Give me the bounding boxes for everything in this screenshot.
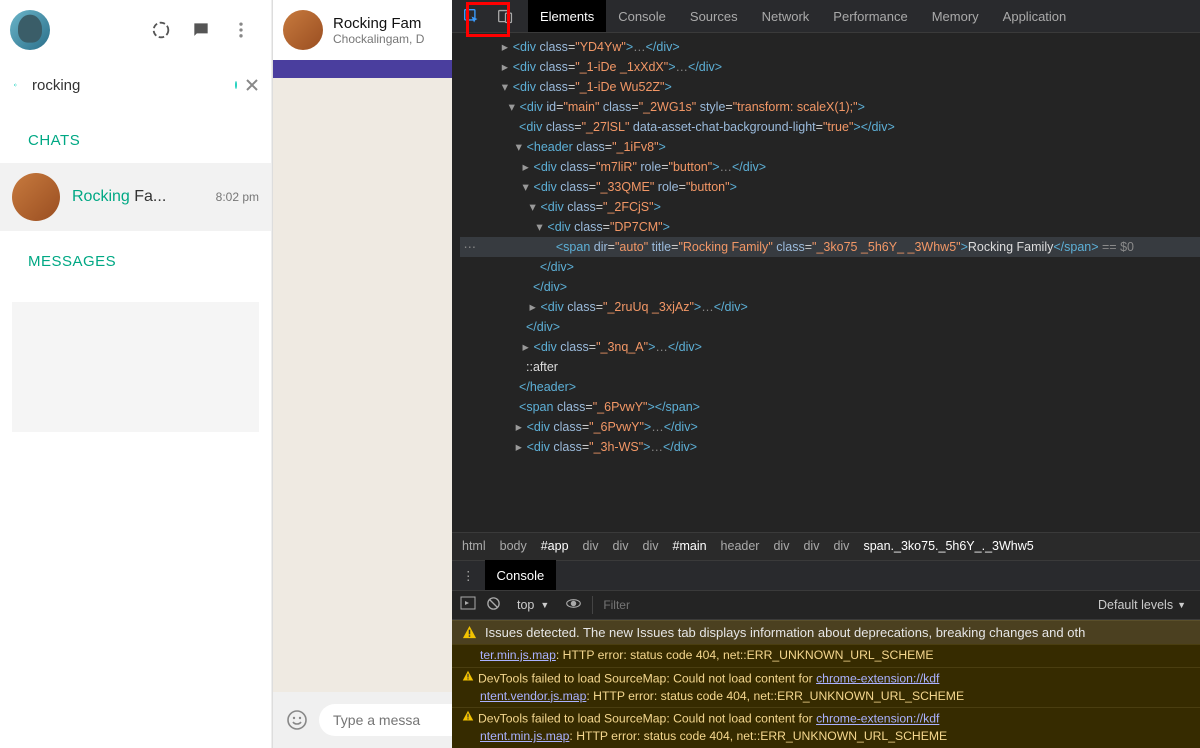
drawer-more-icon[interactable]: ⋮: [452, 568, 485, 583]
crumb[interactable]: #main: [673, 539, 707, 553]
my-avatar[interactable]: [10, 10, 50, 50]
chat-header-avatar: [283, 10, 323, 50]
console-warning: DevTools failed to load SourceMap: Could…: [452, 667, 1200, 708]
elements-tree[interactable]: ▸<div class="YD4Yw">…</div> ▸<div class=…: [452, 33, 1200, 532]
tab-console[interactable]: Console: [606, 0, 678, 32]
tab-application[interactable]: Application: [991, 0, 1079, 32]
chat-title: Rocking Fa...: [72, 188, 208, 206]
chat-avatar: [12, 173, 60, 221]
whatsapp-web-panel: CHATS Rocking Fa... 8:02 pm MESSAGES Roc…: [0, 0, 452, 748]
tab-network[interactable]: Network: [750, 0, 822, 32]
messages-placeholder: [12, 302, 259, 432]
tab-elements[interactable]: Elements: [528, 0, 606, 32]
chats-section-label: CHATS: [0, 110, 271, 163]
device-toolbar-icon[interactable]: [490, 1, 520, 31]
crumb[interactable]: html: [462, 539, 486, 553]
inspect-element-icon[interactable]: [456, 1, 486, 31]
tab-sources[interactable]: Sources: [678, 0, 750, 32]
live-expression-icon[interactable]: [565, 595, 582, 615]
whatsapp-sidebar: CHATS Rocking Fa... 8:02 pm MESSAGES: [0, 0, 272, 748]
console-sidebar-toggle-icon[interactable]: [460, 595, 476, 614]
search-bar: [0, 60, 271, 110]
emoji-icon[interactable]: [283, 706, 311, 734]
chat-header-subtitle: Chockalingam, D: [333, 32, 424, 46]
clear-console-icon[interactable]: [486, 596, 501, 614]
console-levels-dropdown[interactable]: Default levels▼: [1098, 598, 1192, 612]
drawer-tab-console[interactable]: Console: [485, 560, 557, 590]
console-toolbar: top ▼ Default levels▼: [452, 590, 1200, 620]
console-output[interactable]: Issues detected. The new Issues tab disp…: [452, 620, 1200, 748]
sidebar-header: [0, 0, 271, 60]
warning-icon: [462, 625, 477, 640]
search-input[interactable]: [28, 71, 235, 100]
clear-search-icon[interactable]: [245, 76, 259, 94]
crumb[interactable]: body: [500, 539, 527, 553]
issues-banner[interactable]: Issues detected. The new Issues tab disp…: [452, 620, 1200, 644]
crumb[interactable]: #app: [541, 539, 569, 553]
crumb[interactable]: header: [721, 539, 760, 553]
selected-dom-node[interactable]: ⋯ <span dir="auto" title="Rocking Family…: [460, 237, 1200, 257]
crumb[interactable]: div: [833, 539, 849, 553]
crumb[interactable]: div: [803, 539, 819, 553]
crumb[interactable]: div: [643, 539, 659, 553]
chat-header-title: Rocking Fam: [333, 15, 424, 32]
console-context[interactable]: top ▼: [511, 598, 555, 612]
status-icon[interactable]: [149, 18, 173, 42]
devtools-tabbar: Elements Console Sources Network Perform…: [452, 0, 1200, 33]
chat-time: 8:02 pm: [216, 190, 259, 204]
drawer-tabbar: ⋮ Console: [452, 560, 1200, 590]
tab-memory[interactable]: Memory: [920, 0, 991, 32]
chat-list-item[interactable]: Rocking Fa... 8:02 pm: [0, 163, 271, 231]
search-progress-dot: [235, 81, 237, 89]
menu-dots-icon[interactable]: [229, 18, 253, 42]
messages-section-label: MESSAGES: [0, 231, 271, 284]
crumb[interactable]: div: [583, 539, 599, 553]
console-warning: DevTools failed to load SourceMap: Could…: [452, 707, 1200, 748]
console-warning: ter.min.js.map: HTTP error: status code …: [452, 644, 1200, 667]
crumb[interactable]: div: [613, 539, 629, 553]
breadcrumb-bar[interactable]: html body #app div div div #main header …: [452, 532, 1200, 560]
crumb[interactable]: div: [773, 539, 789, 553]
console-filter-input[interactable]: [603, 598, 1088, 612]
back-arrow-icon[interactable]: [12, 73, 18, 97]
crumb[interactable]: span._3ko75._5h6Y_._3Whw5: [863, 539, 1033, 553]
devtools-panel: Elements Console Sources Network Perform…: [452, 0, 1200, 748]
new-chat-icon[interactable]: [189, 18, 213, 42]
tab-performance[interactable]: Performance: [821, 0, 919, 32]
